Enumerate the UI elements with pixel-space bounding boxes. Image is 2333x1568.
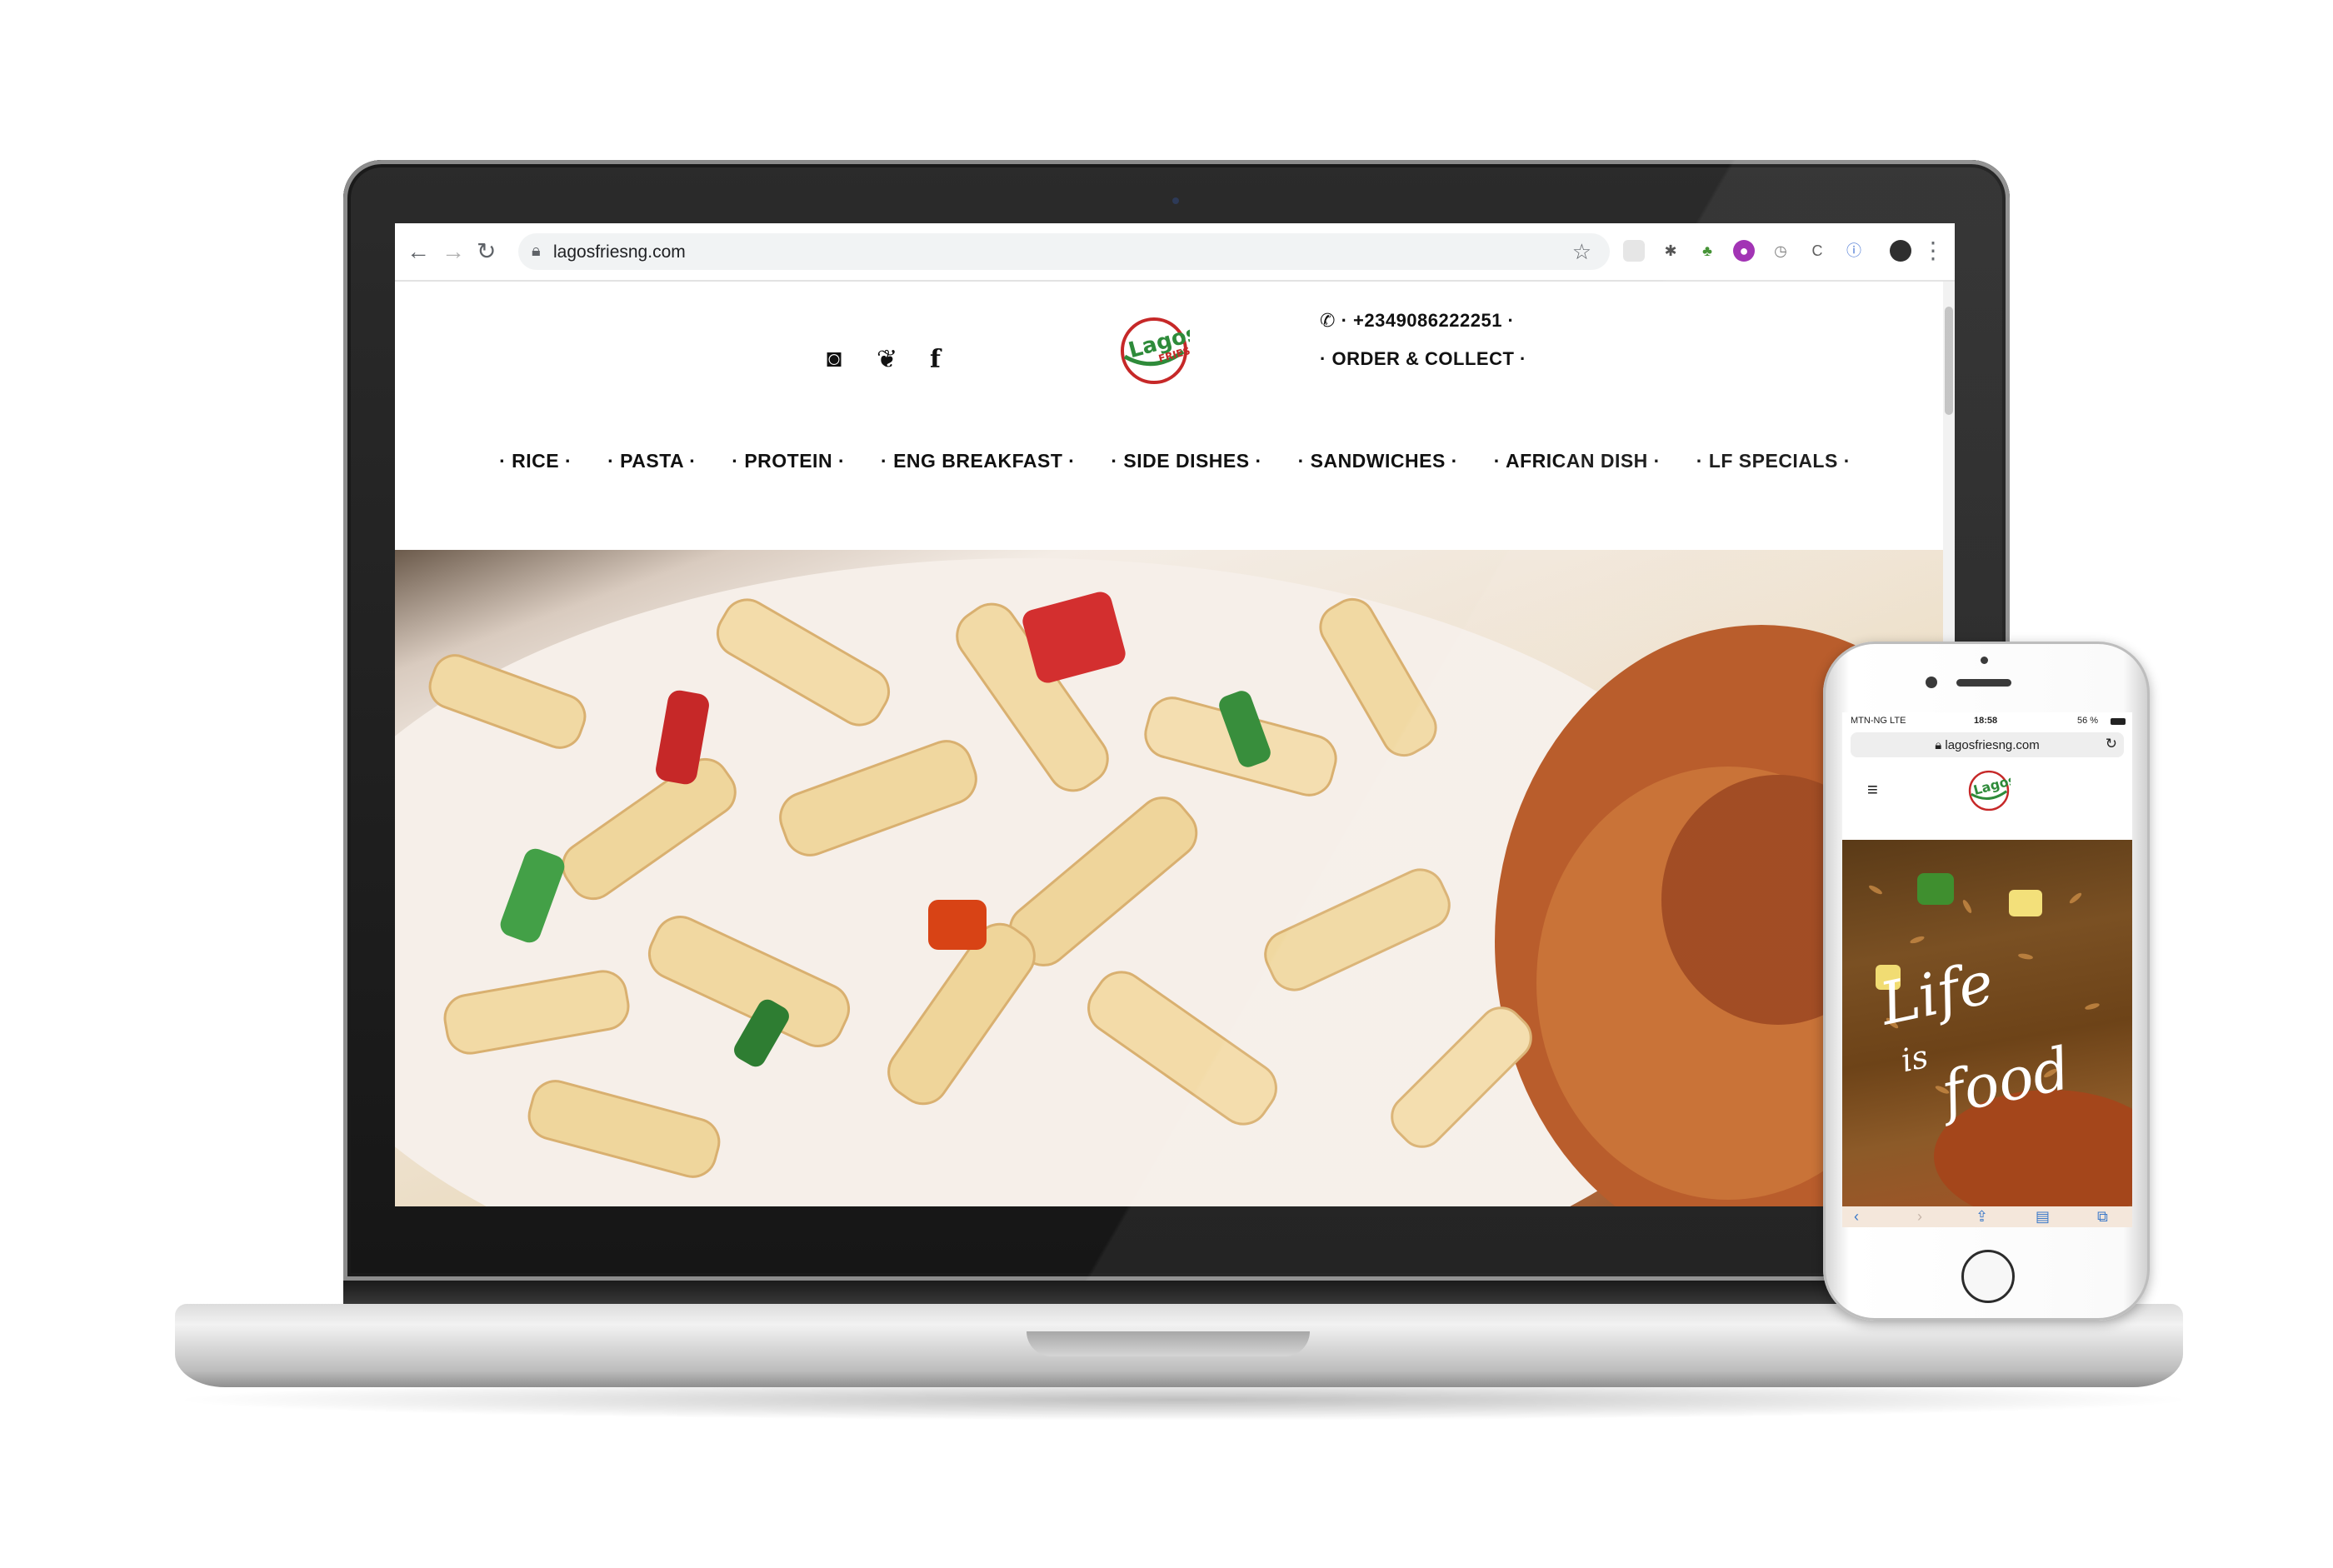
hero-food-image: [395, 550, 1943, 1206]
lagos-fries-logo[interactable]: Lagos FRIES: [1118, 315, 1190, 387]
scrollbar-thumb[interactable]: [1945, 307, 1953, 415]
profile-avatar[interactable]: [1890, 240, 1911, 262]
pasta-illustration: [395, 558, 1943, 1206]
laptop-screen: ← → ↻ 🔒︎ lagosfriesng.com ☆ ✱ ♣ ● ◷ C ⓘ …: [395, 223, 1955, 1206]
share-icon[interactable]: ⇪: [1976, 1208, 1988, 1226]
phone-screen: MTN-NG LTE 18:58 56 % 🔒︎ lagosfriesng.co…: [1842, 712, 2132, 1227]
menu-item-protein[interactable]: · PROTEIN ·: [732, 450, 845, 472]
phone-sensor: [1981, 657, 1988, 664]
address-bar[interactable]: 🔒︎ lagosfriesng.com ☆: [518, 233, 1610, 270]
battery-icon: [2111, 718, 2126, 725]
menu-item-pasta[interactable]: · PASTA ·: [607, 450, 696, 472]
menu-item-african-dish[interactable]: · AFRICAN DISH ·: [1494, 450, 1661, 472]
star-icon[interactable]: ☆: [1572, 239, 1591, 265]
browser-menu-icon[interactable]: ⋮: [1921, 237, 1945, 264]
mobile-hero-image: Life is food: [1842, 840, 2132, 1206]
code-extension-icon[interactable]: C: [1806, 240, 1828, 262]
home-button[interactable]: [1961, 1250, 2015, 1303]
svg-text:is: is: [1898, 1038, 1931, 1080]
lock-icon: 🔒︎: [1935, 738, 1946, 752]
battery-label: 56 %: [2077, 716, 2099, 726]
laptop-hinge: [343, 1281, 2010, 1306]
phone-contact[interactable]: ✆ · +2349086222251 ·: [1320, 310, 1514, 332]
arrow-left-icon[interactable]: ←: [407, 238, 430, 265]
timer-extension-icon[interactable]: ◷: [1770, 240, 1791, 262]
phone-speaker: [1956, 679, 2011, 687]
lagos-fries-logo[interactable]: Lagos: [1967, 769, 2011, 812]
carrier-label: MTN-NG LTE: [1851, 716, 1906, 726]
purple-extension-icon[interactable]: ●: [1733, 240, 1755, 262]
jollof-rice-illustration: Life is food: [1869, 873, 2132, 1206]
bookmarks-icon[interactable]: ▤: [2036, 1208, 2050, 1226]
tabs-icon[interactable]: ⧉: [2097, 1208, 2108, 1226]
reload-icon[interactable]: ↻: [477, 238, 496, 265]
reload-icon[interactable]: ↻: [2106, 736, 2117, 752]
facebook-icon[interactable]: f: [930, 345, 941, 374]
back-icon[interactable]: ‹: [1854, 1208, 1859, 1226]
webcam: [1172, 197, 1179, 204]
order-collect-label: ORDER & COLLECT: [1331, 348, 1515, 369]
order-collect-link[interactable]: · ORDER & COLLECT ·: [1320, 348, 1526, 370]
menu-item-lf-specials[interactable]: · LF SPECIALS ·: [1696, 450, 1851, 472]
extension-icon[interactable]: [1623, 240, 1645, 262]
main-menu: · RICE · · PASTA · · PROTEIN · · ENG BRE…: [395, 450, 1955, 472]
menu-item-rice[interactable]: · RICE ·: [499, 450, 572, 472]
info-extension-icon[interactable]: ⓘ: [1843, 240, 1865, 262]
mobile-url-text: lagosfriesng.com: [1945, 738, 2040, 752]
browser-toolbar: ← → ↻ 🔒︎ lagosfriesng.com ☆ ✱ ♣ ● ◷ C ⓘ …: [395, 223, 1955, 282]
forward-icon[interactable]: ›: [1917, 1208, 1922, 1226]
phone-icon: ✆: [1320, 310, 1336, 331]
menu-item-side-dishes[interactable]: · SIDE DISHES ·: [1111, 450, 1261, 472]
hamburger-menu-icon[interactable]: ≡: [1867, 779, 1878, 801]
url-text: lagosfriesng.com: [553, 242, 686, 262]
laptop-notch: [1027, 1331, 1310, 1356]
phone-number: +2349086222251: [1353, 310, 1502, 331]
clock-label: 18:58: [1974, 716, 1998, 726]
bug-extension-icon[interactable]: ✱: [1660, 240, 1681, 262]
svg-text:Life: Life: [1872, 948, 1999, 1039]
tree-extension-icon[interactable]: ♣: [1696, 240, 1718, 262]
mobile-site-header: ≡ Lagos: [1842, 764, 2132, 814]
lock-icon: 🔒︎: [532, 242, 541, 260]
menu-item-sandwiches[interactable]: · SANDWICHES ·: [1298, 450, 1458, 472]
site-header: ◙ ❦ f Lagos FRIES ✆ · +2349086222251 · ·…: [395, 282, 1955, 482]
twitter-icon[interactable]: ❦: [877, 345, 897, 374]
safari-toolbar: ‹ › ⇪ ▤ ⧉: [1842, 1206, 2132, 1227]
arrow-right-icon[interactable]: →: [442, 238, 465, 265]
phone-front-camera: [1926, 677, 1937, 688]
mobile-address-bar[interactable]: 🔒︎ lagosfriesng.com ↻: [1851, 732, 2124, 757]
menu-item-eng-breakfast[interactable]: · ENG BREAKFAST ·: [881, 450, 1075, 472]
instagram-icon[interactable]: ◙: [827, 345, 842, 373]
